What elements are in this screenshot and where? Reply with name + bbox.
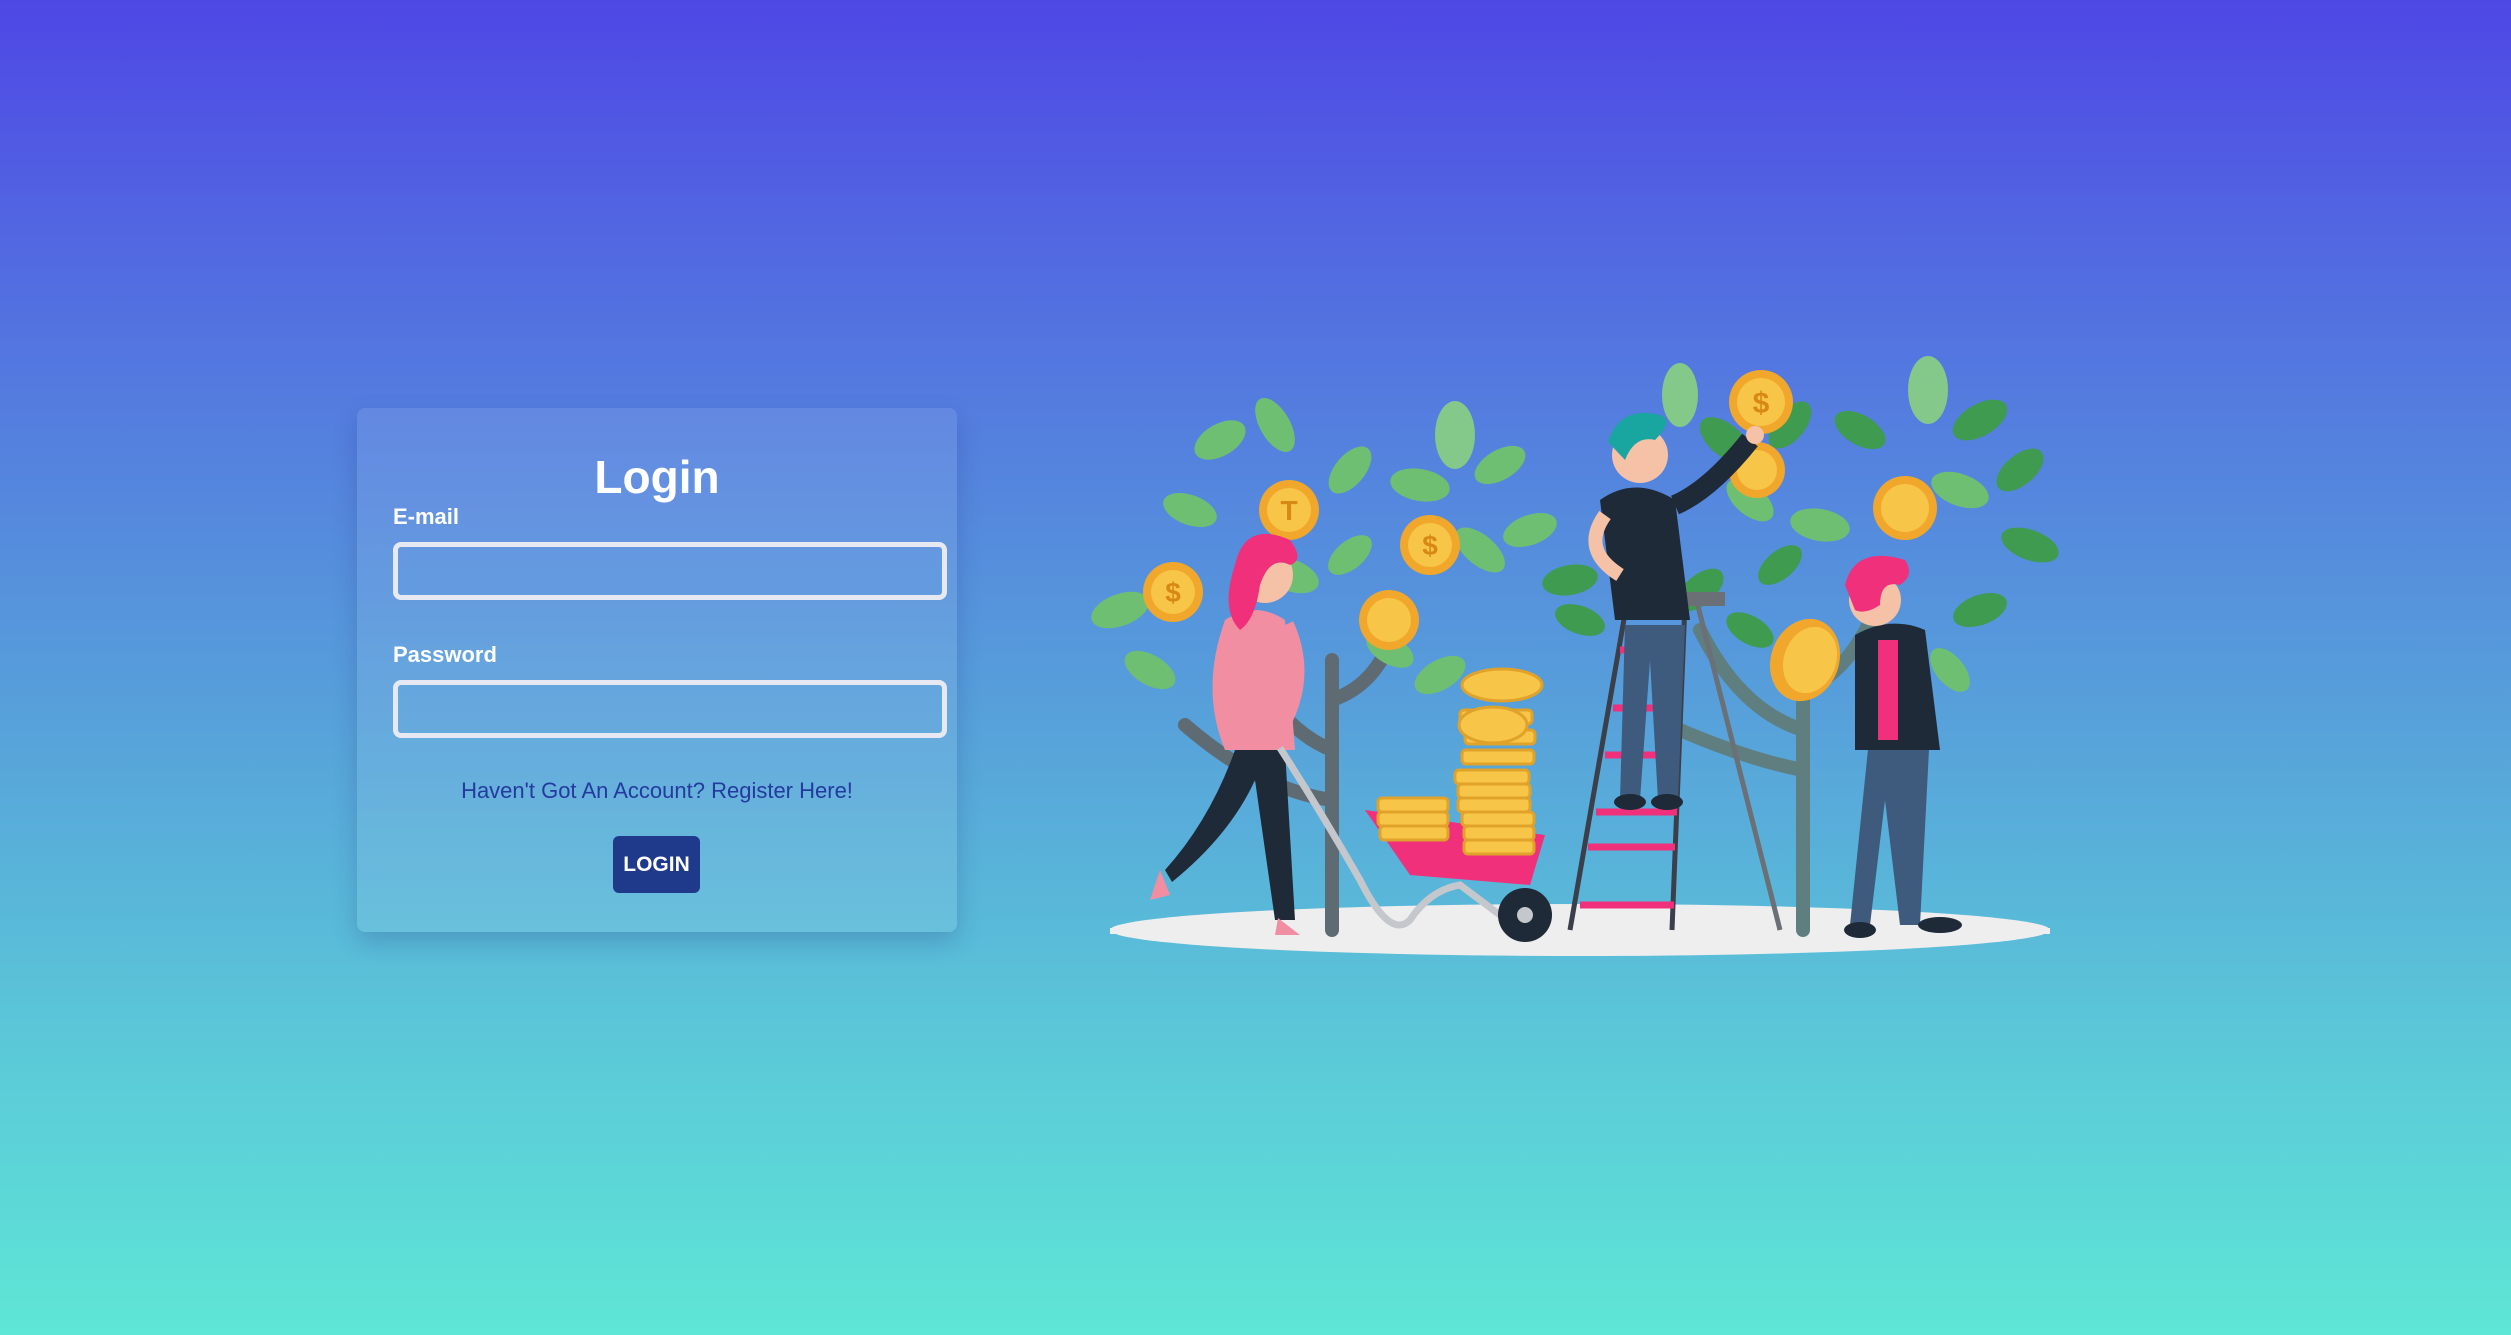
login-button[interactable]: LOGIN [613, 836, 700, 893]
email-label: E-mail [393, 504, 460, 529]
password-field[interactable] [393, 680, 947, 738]
login-card: Login E-mail Password Haven't Got An Acc… [357, 408, 957, 932]
svg-text:T: T [1280, 495, 1297, 526]
man-holding-coin [1769, 555, 1962, 938]
password-label: Password [393, 642, 497, 667]
svg-text:$: $ [1422, 530, 1438, 561]
svg-text:$: $ [1753, 387, 1770, 420]
svg-text:$: $ [1165, 577, 1181, 608]
register-link[interactable]: Haven't Got An Account? Register Here! [357, 778, 957, 804]
email-field[interactable] [393, 542, 947, 600]
money-tree-people-illustration: $ T $ $ [1091, 356, 2059, 956]
page-title: Login [594, 451, 720, 503]
